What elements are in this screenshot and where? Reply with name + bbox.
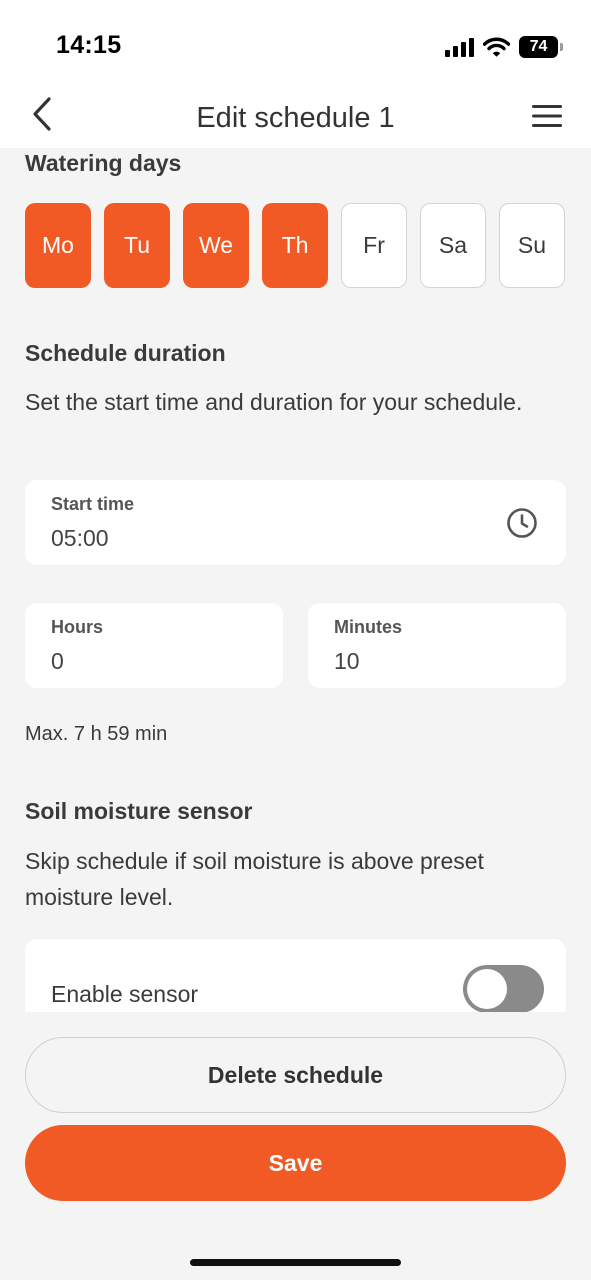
minutes-value: 10 [334, 648, 360, 674]
day-selector: Mo Tu We Th Fr Sa Su [25, 203, 565, 288]
day-toggle-th[interactable]: Th [262, 203, 328, 288]
minutes-label: Minutes [334, 617, 403, 637]
start-time-value: 05:00 [51, 525, 109, 551]
toggle-knob [467, 969, 507, 1009]
enable-sensor-row: Enable sensor [25, 939, 566, 1012]
start-time-field[interactable]: Start time 05:00 [25, 480, 566, 565]
max-duration-note: Max. 7 h 59 min [25, 723, 168, 745]
day-toggle-su[interactable]: Su [499, 203, 565, 288]
wifi-icon [483, 37, 510, 57]
schedule-duration-description: Set the start time and duration for your… [25, 389, 523, 415]
hamburger-menu-icon [532, 105, 562, 127]
day-toggle-tu[interactable]: Tu [104, 203, 170, 288]
enable-sensor-toggle[interactable] [463, 965, 544, 1012]
battery-level: 74 [519, 36, 558, 58]
day-toggle-we[interactable]: We [183, 203, 249, 288]
battery-icon: 74 [519, 36, 563, 58]
schedule-form[interactable]: Watering days Mo Tu We Th Fr Sa Su Sched… [0, 148, 591, 1012]
watering-days-title: Watering days [25, 150, 182, 176]
status-icons: 74 [445, 34, 563, 60]
menu-button[interactable] [527, 98, 567, 134]
hours-value: 0 [51, 648, 64, 674]
clock-icon[interactable] [506, 507, 538, 539]
hours-field[interactable]: Hours 0 [25, 603, 283, 688]
status-time: 14:15 [56, 31, 122, 59]
status-bar: 14:15 74 [0, 0, 591, 90]
app-header: Edit schedule 1 [0, 90, 591, 148]
page-title: Edit schedule 1 [196, 102, 395, 134]
schedule-duration-title: Schedule duration [25, 340, 226, 366]
delete-schedule-button[interactable]: Delete schedule [25, 1037, 566, 1113]
start-time-label: Start time [51, 494, 135, 514]
day-toggle-sa[interactable]: Sa [420, 203, 486, 288]
home-indicator[interactable] [190, 1259, 401, 1266]
cellular-signal-icon [445, 37, 474, 57]
hours-label: Hours [51, 617, 104, 637]
day-toggle-fr[interactable]: Fr [341, 203, 407, 288]
save-button[interactable]: Save [25, 1125, 566, 1201]
edit-schedule-screen: 14:15 74 Edit schedule 1 Watering days M… [0, 0, 591, 1280]
soil-moisture-title: Soil moisture sensor [25, 798, 253, 824]
enable-sensor-label: Enable sensor [51, 981, 199, 1007]
minutes-field[interactable]: Minutes 10 [308, 603, 566, 688]
day-toggle-mo[interactable]: Mo [25, 203, 91, 288]
soil-moisture-description: Skip schedule if soil moisture is above … [25, 848, 484, 910]
